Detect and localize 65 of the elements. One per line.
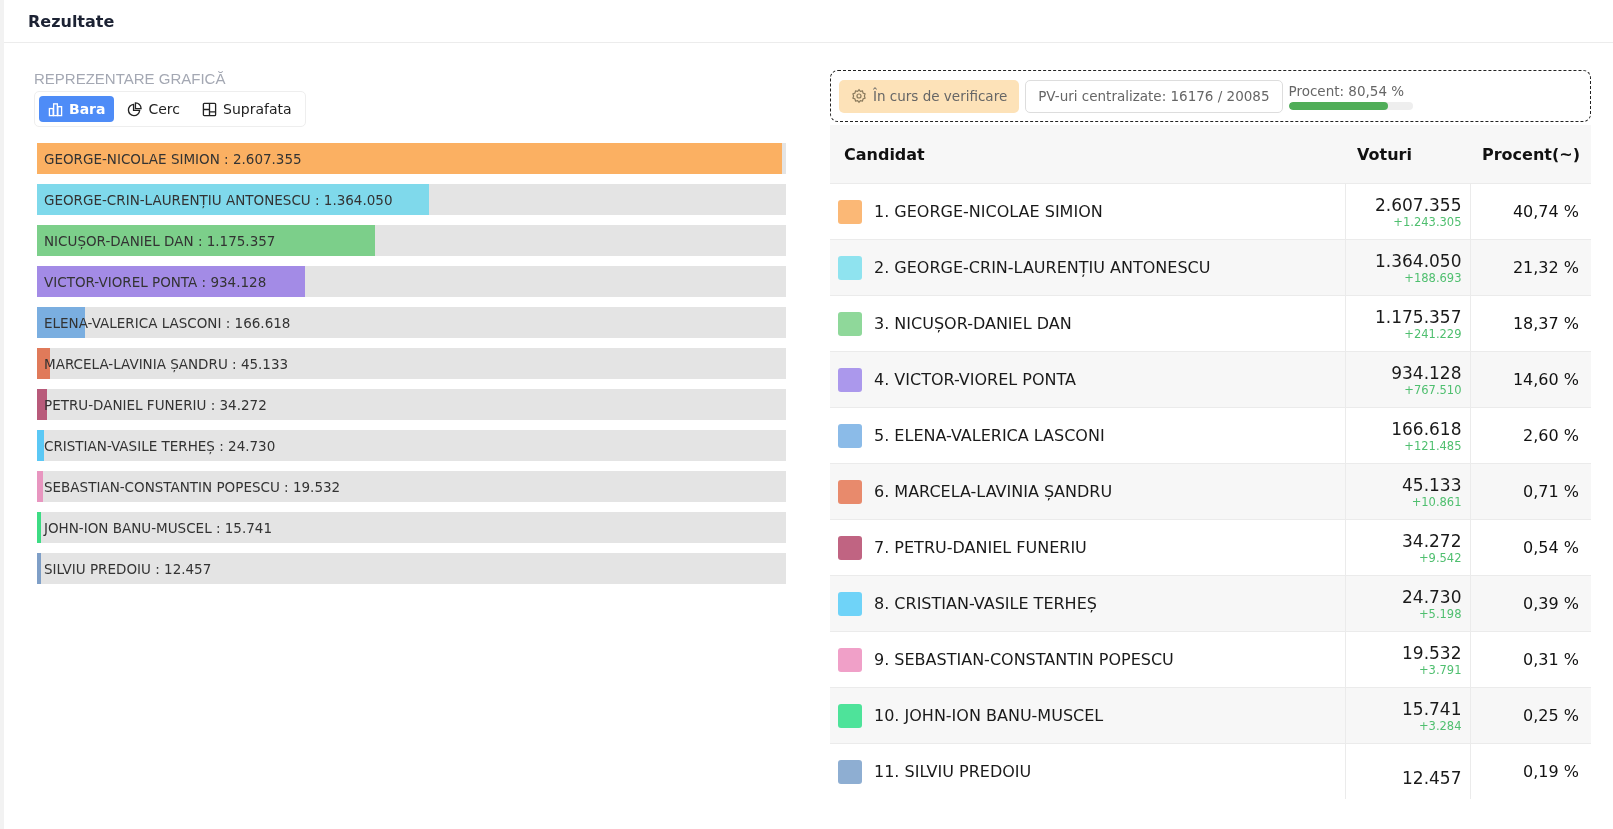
vote-percent: 0,54 % xyxy=(1523,538,1579,557)
candidate-name: 9. SEBASTIAN-CONSTANTIN POPESCU xyxy=(874,650,1174,669)
bar-label: GEORGE-NICOLAE SIMION : 2.607.355 xyxy=(43,150,302,167)
bar-label: NICUȘOR-DANIEL DAN : 1.175.357 xyxy=(43,232,276,249)
progress-label: Procent: 80,54 % xyxy=(1288,82,1406,99)
candidate-name: 5. ELENA-VALERICA LASCONI xyxy=(874,426,1105,445)
vote-count: 2.607.355 xyxy=(1374,194,1462,215)
bar-label: VICTOR-VIOREL PONTA : 934.128 xyxy=(43,273,267,290)
page-title: Rezultate xyxy=(28,11,115,31)
status-badge: În curs de verificare xyxy=(839,79,1020,113)
vote-count: 1.364.050 xyxy=(1374,250,1462,271)
bar-label: SILVIU PREDOIU : 12.457 xyxy=(43,560,212,577)
column-header: Voturi xyxy=(1345,125,1470,184)
view-tab[interactable]: Cerc xyxy=(118,96,190,122)
vote-change: +188.693 xyxy=(1404,270,1462,285)
vote-count: 15.741 xyxy=(1402,698,1462,719)
section-title: REPREZENTARE GRAFICĂ xyxy=(34,70,227,87)
vote-percent: 0,19 % xyxy=(1523,762,1579,781)
vote-percent: 0,31 % xyxy=(1523,650,1579,669)
candidate-name: 8. CRISTIAN-VASILE TERHEȘ xyxy=(874,594,1097,613)
candidate-name: 7. PETRU-DANIEL FUNERIU xyxy=(874,538,1087,557)
candidate-name: 6. MARCELA-LAVINIA ȘANDRU xyxy=(874,482,1113,501)
vote-percent: 2,60 % xyxy=(1523,426,1579,445)
pie-chart-icon xyxy=(127,101,143,117)
bar-chart-icon xyxy=(48,101,63,117)
vote-change: +1.243.305 xyxy=(1393,214,1462,229)
vote-count: 34.272 xyxy=(1402,530,1462,551)
vote-percent: 14,60 % xyxy=(1512,370,1579,389)
vote-change: +10.861 xyxy=(1411,494,1462,509)
vote-count: 166.618 xyxy=(1391,418,1462,439)
candidate-name: 2. GEORGE-CRIN-LAURENȚIU ANTONESCU xyxy=(874,258,1211,277)
candidate-name: 11. SILVIU PREDOIU xyxy=(874,762,1032,781)
vote-change: +9.542 xyxy=(1418,550,1462,565)
vote-percent: 21,32 % xyxy=(1512,258,1579,277)
candidate-name: 10. JOHN-ION BANU-MUSCEL xyxy=(874,706,1104,725)
vote-change: +3.791 xyxy=(1418,662,1462,677)
column-header: Procent(~) xyxy=(1470,125,1591,184)
vote-count: 24.730 xyxy=(1402,586,1462,607)
vote-percent: 0,25 % xyxy=(1523,706,1579,725)
vote-change: +3.284 xyxy=(1418,718,1462,733)
vote-count: 934.128 xyxy=(1391,362,1462,383)
bar-label: JOHN-ION BANU-MUSCEL : 15.741 xyxy=(42,519,273,536)
vote-change: +5.198 xyxy=(1418,606,1462,621)
vote-change: +241.229 xyxy=(1404,326,1462,341)
bar-label: CRISTIAN-VASILE TERHEȘ : 24.730 xyxy=(43,437,276,454)
vote-percent: 40,74 % xyxy=(1512,202,1579,221)
gear-icon xyxy=(851,88,867,104)
candidate-name: 4. VICTOR-VIOREL PONTA xyxy=(874,370,1077,389)
vote-change: +121.485 xyxy=(1404,438,1462,453)
bar-label: SEBASTIAN-CONSTANTIN POPESCU : 19.532 xyxy=(43,478,341,495)
vote-change: +767.510 xyxy=(1404,382,1462,397)
layout-grid-icon xyxy=(202,101,218,117)
vote-percent: 0,39 % xyxy=(1523,594,1579,613)
vote-count: 1.175.357 xyxy=(1374,306,1462,327)
vote-count: 45.133 xyxy=(1402,474,1462,495)
vote-percent: 18,37 % xyxy=(1512,314,1579,333)
column-header: Candidat xyxy=(830,125,1345,184)
bar-label: GEORGE-CRIN-LAURENȚIU ANTONESCU : 1.364.050 xyxy=(43,191,393,208)
counted-reports: PV-uri centralizate: 16176 / 20085 xyxy=(1025,79,1283,113)
candidate-name: 3. NICUȘOR-DANIEL DAN xyxy=(874,314,1072,333)
candidate-name: 1. GEORGE-NICOLAE SIMION xyxy=(874,202,1103,221)
vote-percent: 0,71 % xyxy=(1523,482,1579,501)
view-tab[interactable]: Suprafata xyxy=(193,96,301,122)
vote-count: 19.532 xyxy=(1402,642,1462,663)
vote-count: 12.457 xyxy=(1402,767,1462,788)
